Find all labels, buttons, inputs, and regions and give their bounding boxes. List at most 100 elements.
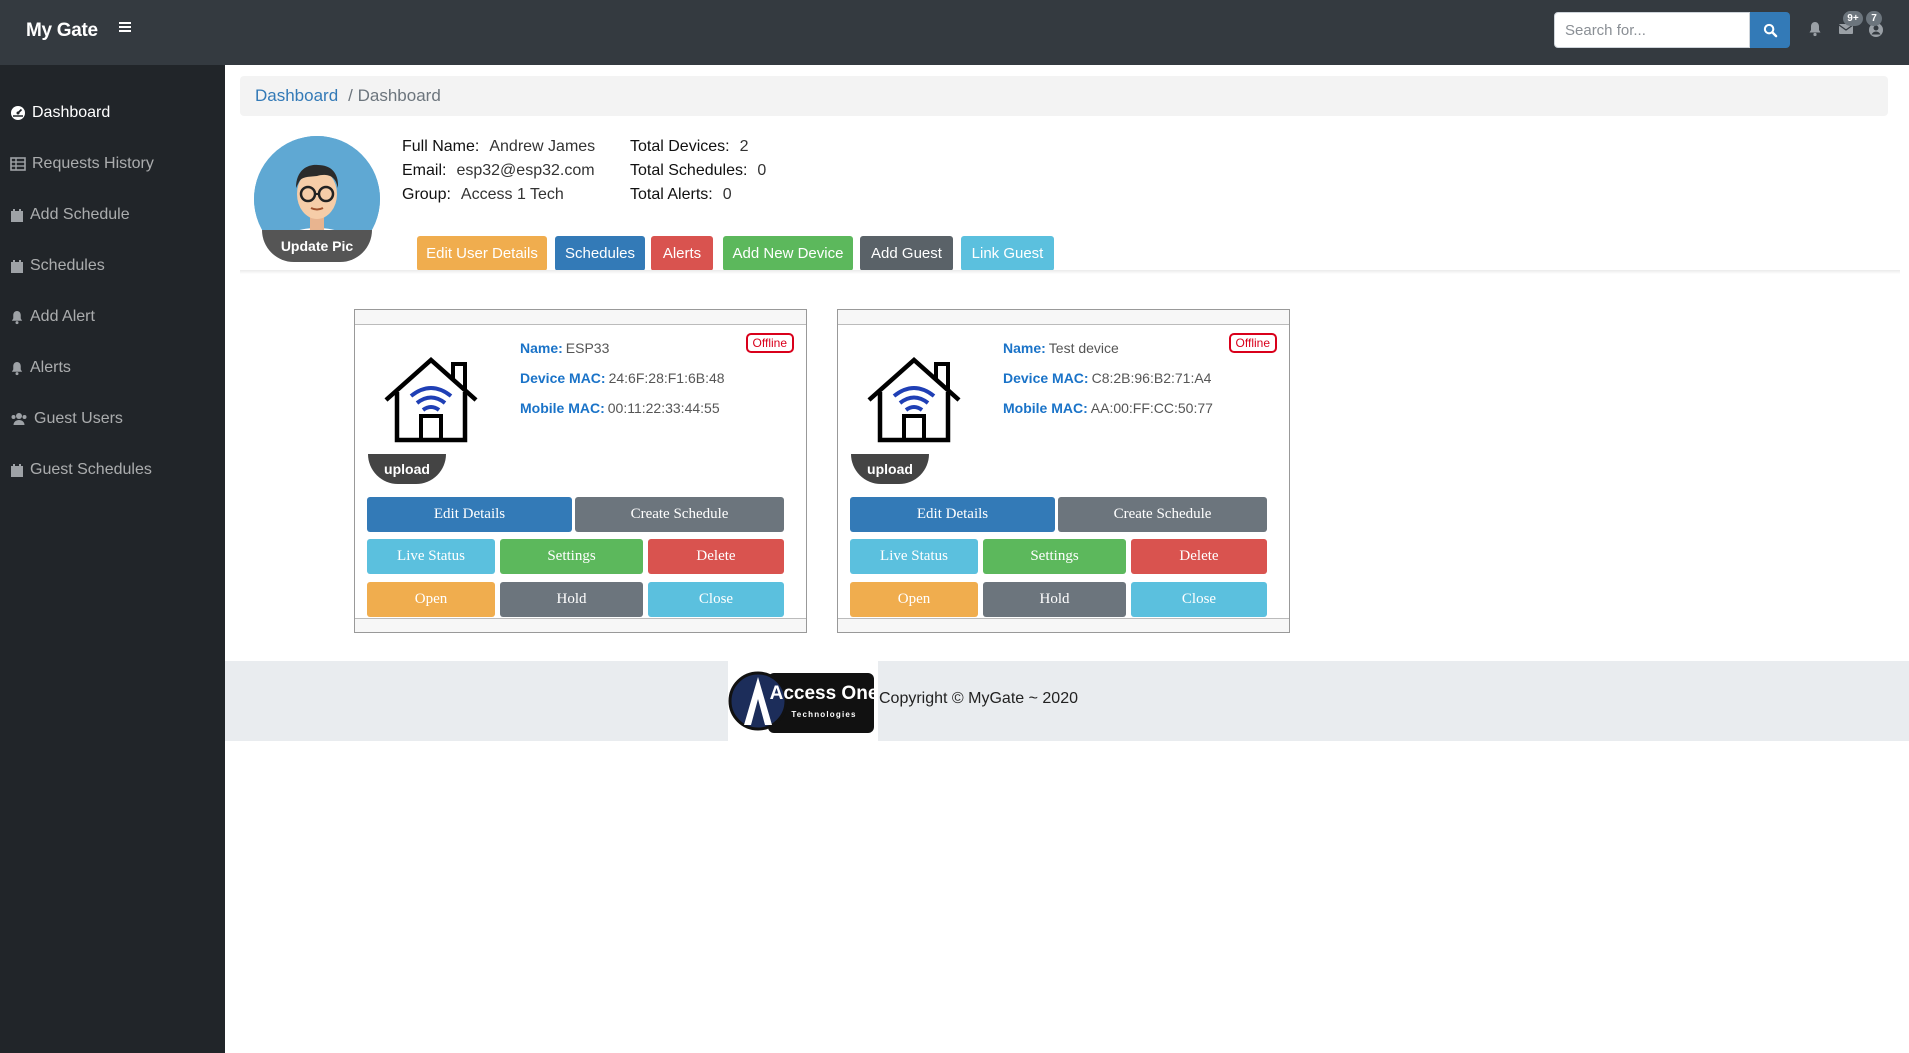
status-badge: Offline: [745, 333, 794, 353]
breadcrumb-link[interactable]: Dashboard: [255, 86, 338, 106]
create-schedule-button[interactable]: Create Schedule: [575, 497, 784, 532]
status-badge: Offline: [1228, 333, 1277, 353]
close-button[interactable]: Close: [1131, 582, 1267, 617]
close-button[interactable]: Close: [648, 582, 784, 617]
messages-dropdown[interactable]: 9+: [1838, 11, 1863, 40]
open-button[interactable]: Open: [367, 582, 495, 617]
edit-details-button[interactable]: Edit Details: [367, 497, 572, 532]
device-mac-row: Device MAC: C8:2B:96:B2:71:A4: [1003, 370, 1211, 386]
device-card: upload Offline Name: Test device Device M…: [837, 309, 1290, 633]
total-devices-value: 2: [739, 138, 749, 155]
full-name-row: Full Name: Andrew James: [402, 138, 595, 156]
user-dropdown[interactable]: 7: [1866, 11, 1886, 40]
bell-icon: [11, 310, 23, 324]
email-label: Email:: [402, 162, 447, 179]
mobile-mac-label: Mobile MAC:: [1003, 400, 1088, 416]
open-button[interactable]: Open: [850, 582, 978, 617]
create-schedule-button[interactable]: Create Schedule: [1058, 497, 1267, 532]
breadcrumb: Dashboard / Dashboard: [240, 76, 1888, 116]
sidebar-item-add-schedule[interactable]: Add Schedule: [0, 193, 225, 237]
total-schedules-value: 0: [757, 162, 767, 179]
card-footer: [838, 618, 1289, 632]
menu-toggle-icon[interactable]: [118, 18, 136, 42]
sidebar-item-label: Requests History: [32, 155, 154, 172]
sidebar-item-alerts[interactable]: Alerts: [0, 346, 225, 390]
top-navbar: My Gate 9+ 7: [0, 0, 1909, 65]
schedules-button[interactable]: Schedules: [555, 236, 645, 271]
sidebar-item-label: Guest Schedules: [30, 461, 152, 478]
mobile-mac-row: Mobile MAC: AA:00:FF:CC:50:77: [1003, 400, 1213, 416]
sidebar: Dashboard Requests History Add Schedule …: [0, 65, 225, 1053]
sidebar-item-dashboard[interactable]: Dashboard: [0, 91, 225, 135]
messages-count-badge: 7: [1866, 11, 1882, 26]
email-value: esp32@esp32.com: [456, 162, 595, 179]
card-footer: [355, 618, 806, 632]
search-button[interactable]: [1750, 12, 1790, 48]
brand-logo[interactable]: My Gate: [26, 20, 98, 42]
search-input[interactable]: [1554, 12, 1750, 48]
sidebar-item-label: Dashboard: [32, 104, 111, 121]
update-pic-button[interactable]: Update Pic: [262, 230, 372, 262]
section-divider: [240, 270, 1900, 274]
live-status-button[interactable]: Live Status: [850, 539, 978, 574]
total-alerts-label: Total Alerts:: [630, 186, 713, 203]
sidebar-item-schedules[interactable]: Schedules: [0, 244, 225, 288]
delete-button[interactable]: Delete: [1131, 539, 1267, 574]
device-name-label: Name:: [1003, 340, 1046, 356]
add-new-device-button[interactable]: Add New Device: [723, 236, 853, 271]
edit-details-button[interactable]: Edit Details: [850, 497, 1055, 532]
mobile-mac-label: Mobile MAC:: [520, 400, 605, 416]
sidebar-item-guest-users[interactable]: Guest Users: [0, 397, 225, 441]
device-name-row: Name: Test device: [1003, 340, 1119, 356]
device-card: upload Offline Name: ESP33 Device MAC: 24:…: [354, 309, 807, 633]
device-mac-row: Device MAC: 24:6F:28:F1:6B:48: [520, 370, 725, 386]
total-schedules-row: Total Schedules: 0: [630, 162, 766, 180]
hold-button[interactable]: Hold: [500, 582, 643, 617]
sidebar-item-label: Schedules: [30, 257, 105, 274]
settings-button[interactable]: Settings: [500, 539, 643, 574]
card-header: [838, 310, 1289, 325]
sidebar-item-label: Add Schedule: [30, 206, 130, 223]
device-mac-label: Device MAC:: [520, 370, 606, 386]
settings-button[interactable]: Settings: [983, 539, 1126, 574]
total-alerts-row: Total Alerts: 0: [630, 186, 732, 204]
email-row: Email: esp32@esp32.com: [402, 162, 595, 180]
access-one-logo: Access One Technologies: [728, 661, 878, 741]
device-name-value: ESP33: [565, 340, 610, 356]
delete-button[interactable]: Delete: [648, 539, 784, 574]
house-wifi-icon: [867, 356, 961, 443]
calendar-icon: [11, 259, 23, 273]
sidebar-item-label: Add Alert: [30, 308, 95, 325]
bell-icon: [1809, 22, 1821, 37]
sidebar-item-requests-history[interactable]: Requests History: [0, 142, 225, 186]
mobile-mac-row: Mobile MAC: 00:11:22:33:44:55: [520, 400, 720, 416]
live-status-button[interactable]: Live Status: [367, 539, 495, 574]
mobile-mac-value: 00:11:22:33:44:55: [607, 400, 720, 416]
sidebar-item-guest-schedules[interactable]: Guest Schedules: [0, 448, 225, 492]
total-schedules-label: Total Schedules:: [630, 162, 748, 179]
device-mac-label: Device MAC:: [1003, 370, 1089, 386]
logo-title: Access One: [770, 683, 878, 704]
total-devices-row: Total Devices: 2: [630, 138, 749, 156]
sidebar-item-add-alert[interactable]: Add Alert: [0, 295, 225, 339]
dashboard-icon: [11, 106, 25, 120]
link-guest-button[interactable]: Link Guest: [961, 236, 1054, 271]
hold-button[interactable]: Hold: [983, 582, 1126, 617]
search-icon: [1763, 23, 1777, 37]
total-alerts-value: 0: [722, 186, 732, 203]
upload-button[interactable]: upload: [851, 454, 929, 484]
edit-user-details-button[interactable]: Edit User Details: [417, 236, 547, 271]
upload-button[interactable]: upload: [368, 454, 446, 484]
device-name-label: Name:: [520, 340, 563, 356]
device-name-value: Test device: [1048, 340, 1119, 356]
alerts-dropdown[interactable]: [1808, 18, 1826, 40]
house-wifi-icon: [384, 356, 478, 443]
table-icon: [10, 157, 26, 171]
group-label: Group:: [402, 186, 451, 203]
copyright-text: Copyright © MyGate ~ 2020: [879, 690, 1078, 707]
mobile-mac-value: AA:00:FF:CC:50:77: [1090, 400, 1213, 416]
device-mac-value: C8:2B:96:B2:71:A4: [1091, 370, 1212, 386]
add-guest-button[interactable]: Add Guest: [860, 236, 953, 271]
alerts-button[interactable]: Alerts: [651, 236, 713, 271]
calendar-icon: [11, 463, 23, 477]
